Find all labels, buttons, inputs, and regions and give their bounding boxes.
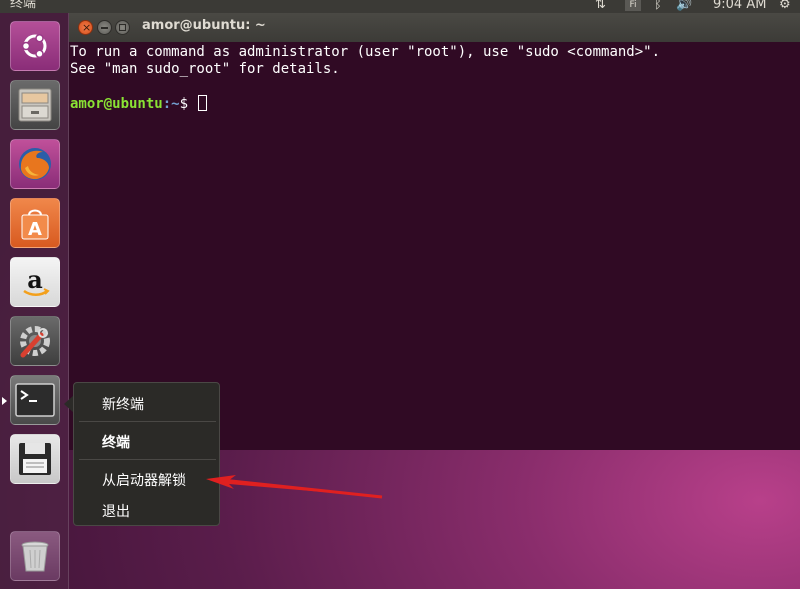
annotation-arrow-icon — [206, 475, 383, 499]
